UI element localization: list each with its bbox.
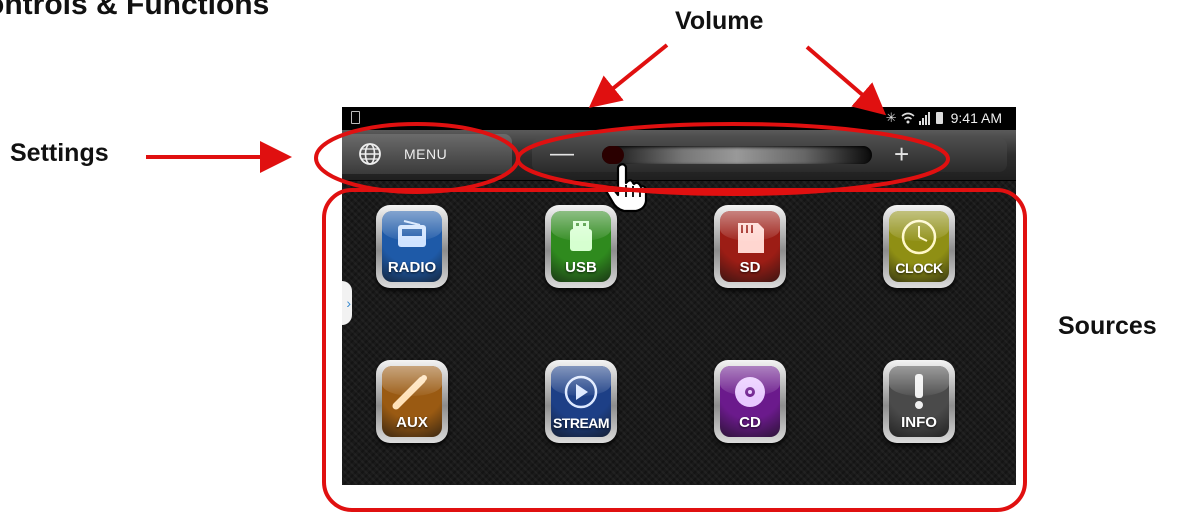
- clock-icon: [901, 219, 937, 255]
- hand-pointer-icon: [604, 163, 648, 213]
- source-tile-face: CLOCK: [889, 211, 949, 282]
- aux-icon: [392, 375, 427, 410]
- source-tile-face: USB: [551, 211, 611, 282]
- settings-callout-label: Settings: [10, 139, 109, 167]
- source-tile-face: CD: [720, 366, 780, 437]
- stream-icon: [564, 375, 598, 409]
- source-stream-button[interactable]: STREAM: [545, 360, 617, 443]
- volume-arrow-right: [805, 45, 887, 116]
- source-radio-label: RADIO: [387, 259, 437, 276]
- sd-icon: [738, 223, 764, 253]
- cd-icon: [735, 377, 765, 407]
- source-info-button[interactable]: INFO: [883, 360, 955, 443]
- source-stream-label: STREAM: [552, 415, 610, 431]
- source-tile-face: SD: [720, 211, 780, 282]
- usb-icon: [570, 221, 592, 251]
- source-sd-button[interactable]: SD: [714, 205, 786, 288]
- source-radio-button[interactable]: RADIO: [376, 205, 448, 288]
- source-clock-button[interactable]: CLOCK: [883, 205, 955, 288]
- sources-callout-label: Sources: [1058, 312, 1157, 340]
- radio-icon: [398, 220, 426, 247]
- head-unit-screen: ✳ 9:41 AM MENU — + › RADIO USB SD CLOCK …: [342, 107, 1016, 485]
- source-aux-button[interactable]: AUX: [376, 360, 448, 443]
- source-usb-label: USB: [565, 259, 597, 276]
- info-icon: [915, 374, 923, 409]
- volume-arrow-left: [588, 43, 669, 109]
- source-cd-button[interactable]: CD: [714, 360, 786, 443]
- source-tile-face: RADIO: [382, 211, 442, 282]
- source-cd-label: CD: [739, 414, 761, 431]
- source-sd-label: SD: [739, 259, 761, 276]
- source-usb-button[interactable]: USB: [545, 205, 617, 288]
- source-grid: RADIO USB SD CLOCK AUX STREAM CD INFO: [342, 107, 1016, 485]
- source-info-label: INFO: [901, 414, 937, 431]
- source-clock-label: CLOCK: [895, 260, 943, 276]
- source-tile-face: INFO: [889, 366, 949, 437]
- source-tile-face: STREAM: [551, 366, 611, 437]
- volume-callout-label: Volume: [675, 7, 764, 35]
- source-tile-face: AUX: [382, 366, 442, 437]
- source-aux-label: AUX: [396, 414, 428, 431]
- page-title: ontrols & Functions: [0, 0, 270, 21]
- manual-page: ontrols & Functions Volume Settings Sour…: [0, 0, 1180, 513]
